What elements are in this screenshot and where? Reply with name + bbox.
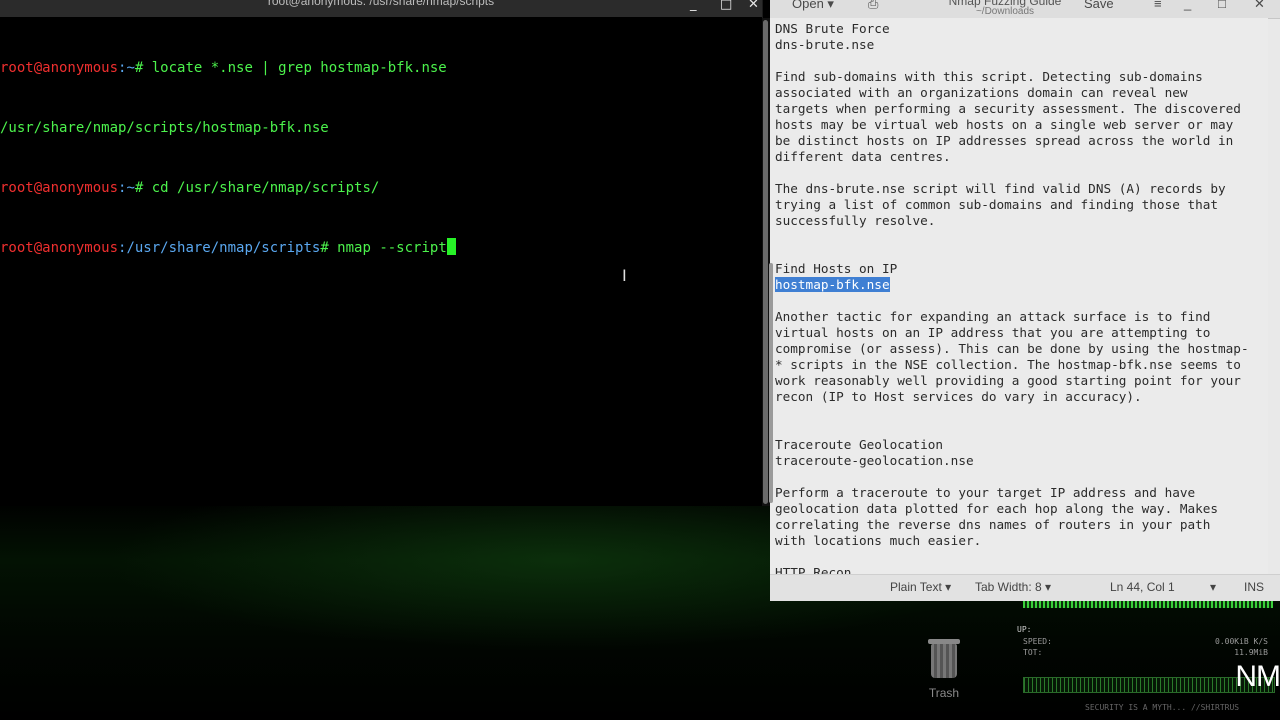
save-button[interactable]: Save	[1084, 0, 1114, 11]
tab-width-selector[interactable]: Tab Width: 8 ▾	[975, 580, 1051, 594]
terminal-scrollbar-thumb[interactable]	[763, 20, 768, 504]
doc-line: dns-brute.nse	[775, 37, 875, 52]
doc-line: geolocation data plotted for each hop al…	[775, 501, 1219, 516]
doc-line: correlating the reverse dns names of rou…	[775, 517, 1211, 532]
conky-up-label: UP:	[1017, 625, 1032, 634]
conky-footer: SECURITY IS A MYTH... //SHIRTRUS	[1085, 703, 1240, 712]
doc-line: compromise (or assess). This can be done…	[775, 341, 1249, 356]
language-selector[interactable]: Plain Text ▾	[890, 580, 951, 594]
doc-line: HTTP Recon	[775, 565, 852, 574]
terminal-title: root@anonymous: /usr/share/nmap/scripts	[267, 0, 495, 8]
editor-headerbar[interactable]: Open ▾ ⎙ Nmap Fuzzing Guide ~/Downloads …	[770, 0, 1280, 19]
new-document-icon[interactable]: ⎙	[868, 0, 878, 12]
conky-speed-value: 0.00KiB K/S	[1215, 637, 1268, 646]
doc-line: with locations much easier.	[775, 533, 982, 548]
doc-line: Perform a traceroute to your target IP a…	[775, 485, 1196, 500]
terminal-line: root@anonymous:~# locate *.nse | grep ho…	[0, 60, 447, 76]
cursor-position[interactable]: Ln 44, Col 1	[1110, 580, 1175, 594]
conky-tot-value: 11.9MiB	[1234, 648, 1268, 657]
conky-network-monitor: UP: SPEED: TOT: 0.00KiB K/S 11.9MiB SECU…	[1015, 595, 1280, 720]
doc-line: associated with an organizations domain …	[775, 85, 1188, 100]
doc-line: DNS Brute Force	[775, 21, 890, 36]
terminal-titlebar[interactable]: root@anonymous: /usr/share/nmap/scripts …	[0, 0, 762, 17]
terminal-close-button[interactable]: ✕	[748, 0, 759, 12]
terminal-prompt-line[interactable]: root@anonymous:/usr/share/nmap/scripts# …	[0, 238, 762, 258]
trash-label: Trash	[928, 686, 960, 700]
conky-tot-label: TOT:	[1023, 648, 1043, 657]
editor-text-area[interactable]: DNS Brute Forcedns-brute.nse​Find sub-do…	[770, 18, 1268, 574]
doc-line: Another tactic for expanding an attack s…	[775, 309, 1211, 324]
doc-line: Find sub-domains with this script. Detec…	[775, 69, 1203, 84]
doc-line: work reasonably well providing a good st…	[775, 373, 1241, 388]
editor-scrollbar[interactable]	[769, 18, 773, 574]
watermark-text: NM	[1235, 660, 1280, 693]
doc-line: trying a list of common sub-domains and …	[775, 197, 1219, 212]
insert-mode-indicator: INS	[1244, 580, 1265, 594]
doc-line: The dns-brute.nse script will find valid…	[775, 181, 1226, 196]
doc-line: Find Hosts on IP	[775, 261, 898, 276]
doc-line: targets when performing a security asses…	[775, 101, 1241, 116]
selected-text[interactable]: hostmap-bfk.nse	[775, 277, 890, 292]
terminal-output[interactable]: root@anonymous:~# locate *.nse | grep ho…	[0, 18, 762, 298]
terminal-maximize-button[interactable]: □	[720, 0, 732, 12]
doc-line: recon (IP to Host services do vary in ac…	[775, 389, 1142, 404]
trash-desktop-icon[interactable]: Trash	[920, 639, 968, 710]
text-ibeam-cursor-icon: I	[622, 266, 627, 285]
editor-statusbar: Plain Text ▾ Tab Width: 8 ▾ Ln 44, Col 1…	[770, 574, 1280, 601]
open-button[interactable]: Open ▾	[792, 0, 834, 12]
terminal-line: /usr/share/nmap/scripts/hostmap-bfk.nse	[0, 120, 329, 136]
doc-line: different data centres.	[775, 149, 951, 164]
terminal-window[interactable]: root@anonymous: /usr/share/nmap/scripts …	[0, 0, 763, 506]
terminal-minimize-button[interactable]: _	[690, 0, 697, 12]
doc-line: be distinct hosts on IP addresses spread…	[775, 133, 1234, 148]
document-content[interactable]: DNS Brute Forcedns-brute.nse​Find sub-do…	[775, 21, 1249, 574]
trash-icon	[928, 639, 960, 678]
terminal-cursor	[446, 238, 456, 255]
doc-line: hosts may be virtual web hosts on a sing…	[775, 117, 1234, 132]
doc-line: successfully resolve.	[775, 213, 936, 228]
editor-close-button[interactable]: ✕	[1254, 0, 1265, 12]
position-dropdown-icon[interactable]: ▾	[1210, 580, 1216, 594]
editor-maximize-button[interactable]: □	[1218, 0, 1226, 11]
doc-line: * scripts in the NSE collection. The hos…	[775, 357, 1241, 372]
editor-scrollbar-thumb[interactable]	[769, 263, 773, 503]
terminal-line: root@anonymous:~# cd /usr/share/nmap/scr…	[0, 180, 380, 196]
doc-line: Traceroute Geolocation	[775, 437, 944, 452]
editor-minimize-button[interactable]: _	[1184, 0, 1191, 11]
hamburger-menu-icon[interactable]: ≡	[1154, 0, 1162, 11]
doc-line: virtual hosts on an IP address that you …	[775, 325, 1211, 340]
doc-line: traceroute-geolocation.nse	[775, 453, 974, 468]
editor-subtitle: ~/Downloads	[975, 6, 1035, 17]
conky-speed-label: SPEED:	[1023, 637, 1052, 646]
text-editor-window[interactable]: Open ▾ ⎙ Nmap Fuzzing Guide ~/Downloads …	[769, 0, 1280, 601]
